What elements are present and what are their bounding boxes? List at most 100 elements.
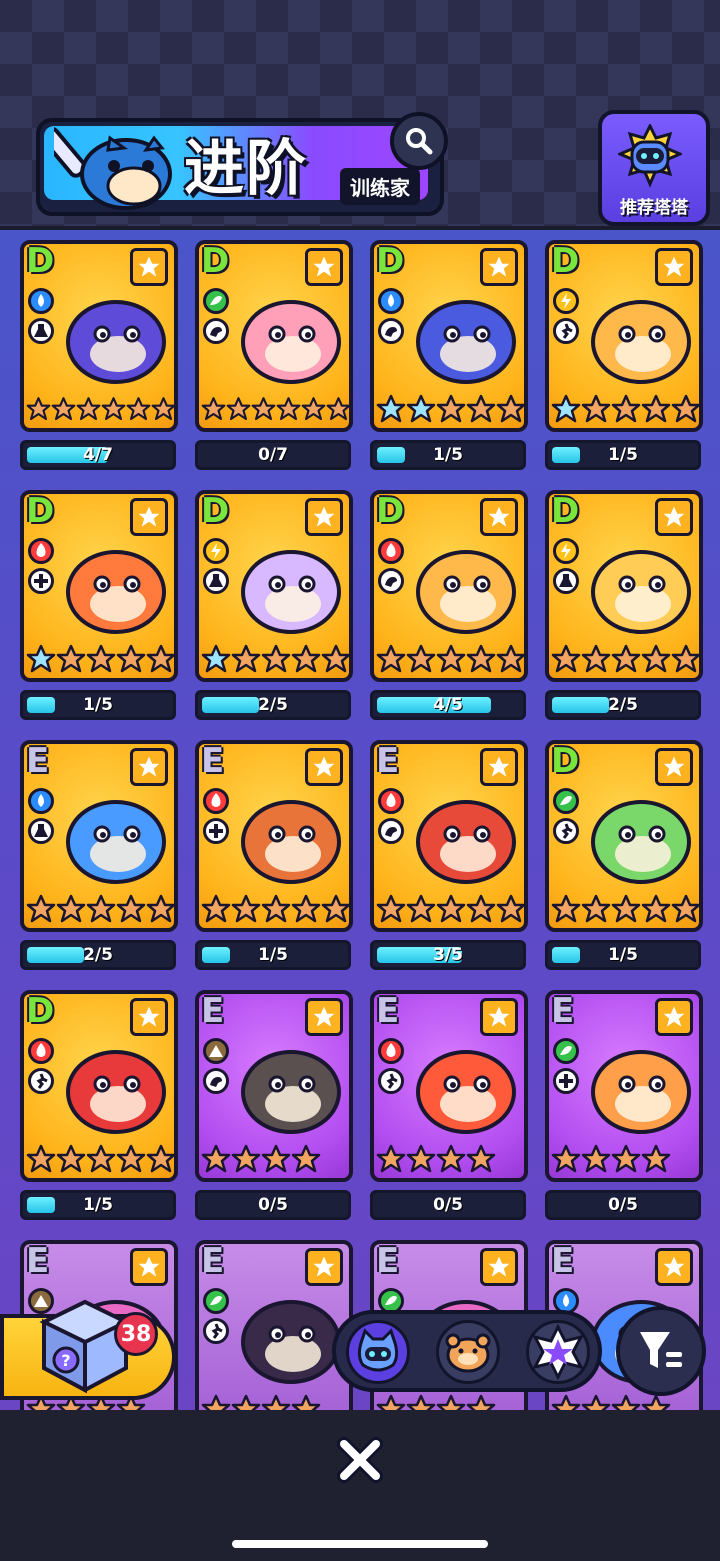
shark-mascot-icon — [54, 126, 172, 210]
favorite-badge[interactable] — [480, 248, 518, 286]
home-indicator — [232, 1540, 488, 1548]
hero-card[interactable]: E — [195, 1240, 353, 1432]
filter-star-button[interactable] — [526, 1320, 590, 1384]
close-button[interactable] — [330, 1430, 390, 1490]
hero-card[interactable]: D — [545, 240, 703, 432]
rock-element-icon — [209, 1045, 223, 1057]
bird-role-icon — [385, 827, 397, 837]
recommend-button[interactable]: 推荐塔塔 — [598, 110, 710, 226]
hero-card[interactable]: E — [370, 740, 528, 932]
hero-card[interactable]: D — [545, 740, 703, 932]
fire-element-icon — [211, 793, 221, 807]
star-icon — [496, 394, 524, 423]
shard-progress-bar: 4/5 — [370, 690, 526, 720]
runner-role-icon — [561, 323, 573, 339]
electric-element-icon — [561, 543, 571, 559]
favorite-badge[interactable] — [305, 1248, 343, 1286]
hero-card[interactable]: D — [20, 240, 178, 432]
hero-card[interactable]: D — [195, 240, 353, 432]
element-badge — [203, 788, 229, 814]
tier-label: E — [551, 1241, 575, 1281]
star-icon — [321, 644, 349, 673]
element-badge — [28, 788, 54, 814]
tier-label: E — [376, 741, 400, 781]
star-icon — [276, 397, 301, 421]
favorite-badge[interactable] — [130, 498, 168, 536]
filter-cat-button[interactable] — [346, 1320, 410, 1384]
favorite-badge[interactable] — [655, 498, 693, 536]
favorite-badge[interactable] — [480, 998, 518, 1036]
star-icon — [496, 644, 524, 673]
water-element-icon — [38, 294, 44, 307]
mystery-box-button[interactable]: ? 38 — [0, 1299, 176, 1400]
runner-role-icon — [36, 1073, 48, 1089]
favorite-badge[interactable] — [480, 748, 518, 786]
fire-element-icon — [36, 543, 46, 557]
favorite-badge[interactable] — [655, 998, 693, 1036]
star-icon — [261, 1144, 291, 1173]
shard-progress-bar: 0/5 — [545, 1190, 701, 1220]
hero-card[interactable]: D — [370, 240, 528, 432]
element-badge — [378, 788, 404, 814]
star-icon — [406, 1144, 436, 1173]
hero-card[interactable]: D — [370, 490, 528, 682]
hero-card[interactable]: E — [195, 990, 353, 1182]
favorite-badge[interactable] — [655, 1248, 693, 1286]
star-badge-icon — [313, 756, 335, 777]
favorite-badge[interactable] — [480, 498, 518, 536]
star-icon — [321, 894, 349, 923]
hero-card[interactable]: E — [545, 990, 703, 1182]
filter-hamster-button[interactable] — [436, 1320, 500, 1384]
favorite-badge[interactable] — [305, 248, 343, 286]
star-badge-icon — [663, 1006, 685, 1027]
shard-progress-bar: 2/5 — [545, 690, 701, 720]
star-icon — [641, 894, 671, 923]
bird-role-icon — [385, 327, 397, 337]
element-badge — [28, 1038, 54, 1064]
progress-text: 0/5 — [433, 1195, 463, 1215]
star-badge-icon — [138, 1256, 160, 1277]
hero-card[interactable]: E — [20, 740, 178, 932]
role-badge — [553, 568, 579, 594]
star-icon — [551, 1144, 581, 1173]
star-icon — [611, 394, 641, 423]
favorite-badge[interactable] — [130, 998, 168, 1036]
runner-role-icon — [386, 1073, 398, 1089]
favorite-badge[interactable] — [655, 248, 693, 286]
star-icon — [26, 397, 51, 421]
plus-role-icon — [559, 1074, 573, 1088]
favorite-badge[interactable] — [305, 748, 343, 786]
favorite-badge[interactable] — [130, 248, 168, 286]
favorite-badge[interactable] — [130, 748, 168, 786]
tier-label: D — [551, 491, 580, 531]
search-button[interactable] — [390, 112, 448, 170]
favorite-badge[interactable] — [480, 1248, 518, 1286]
sort-filter-button[interactable] — [616, 1306, 706, 1396]
tier-label: E — [551, 991, 575, 1031]
role-badge — [203, 818, 229, 844]
tier-label: D — [551, 241, 580, 281]
hero-card[interactable]: E — [195, 740, 353, 932]
star-icon — [671, 394, 699, 423]
favorite-badge[interactable] — [655, 748, 693, 786]
star-icon — [326, 397, 349, 421]
shard-progress-bar: 0/5 — [195, 1190, 351, 1220]
hero-card[interactable]: D — [20, 490, 178, 682]
hero-card[interactable]: D — [545, 490, 703, 682]
star-icon — [151, 397, 174, 421]
tier-label: D — [26, 491, 55, 531]
favorite-badge[interactable] — [305, 498, 343, 536]
favorite-badge[interactable] — [305, 998, 343, 1036]
hero-card[interactable]: D — [195, 490, 353, 682]
star-badge-icon — [138, 756, 160, 777]
fox-creature-icon — [416, 1050, 516, 1134]
page-title: 进阶 — [184, 134, 308, 204]
favorite-badge[interactable] — [130, 1248, 168, 1286]
element-badge — [553, 288, 579, 314]
progress-text: 1/5 — [608, 945, 638, 965]
hero-card[interactable]: D — [20, 990, 178, 1182]
progress-text: 4/7 — [83, 445, 113, 465]
hero-card[interactable]: E — [370, 990, 528, 1182]
role-badge — [378, 318, 404, 344]
star-badge-icon — [488, 256, 510, 277]
